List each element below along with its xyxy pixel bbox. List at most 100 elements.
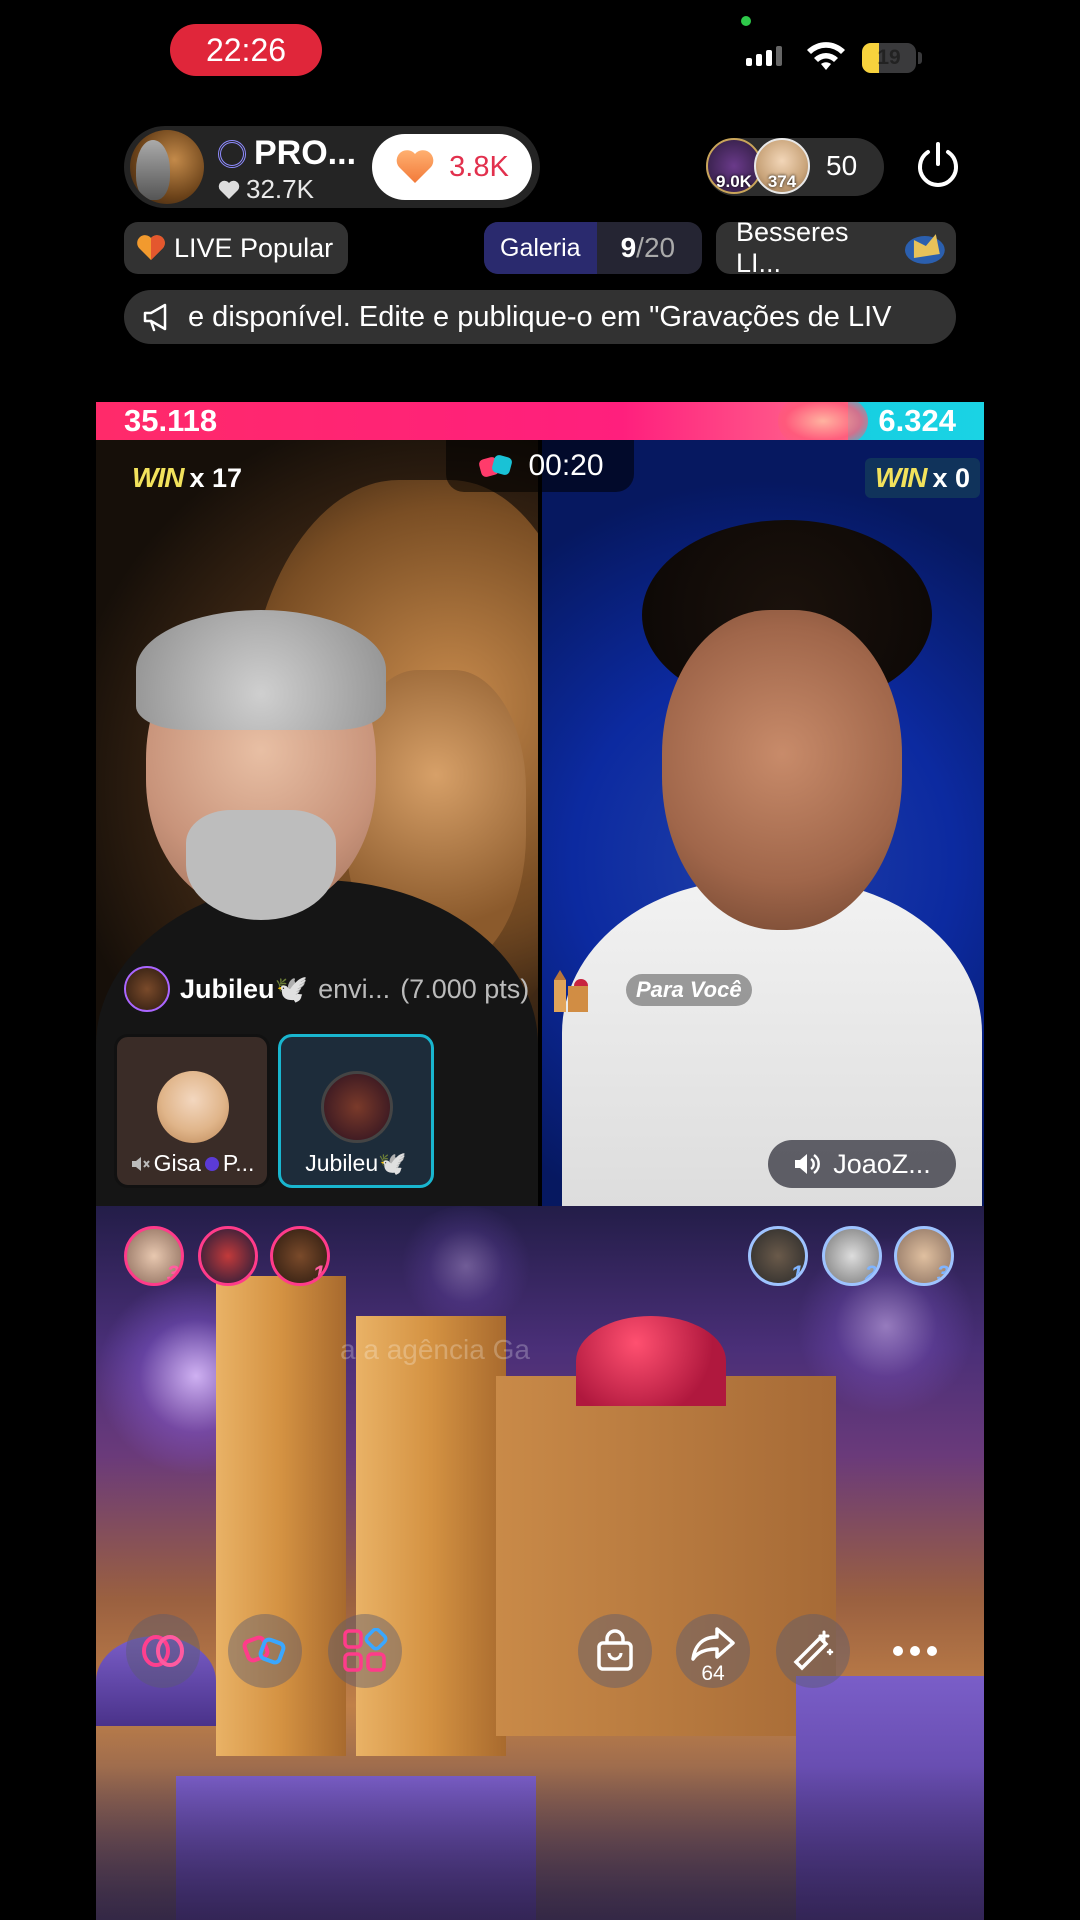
gallery-progress-total: /20 bbox=[636, 232, 676, 263]
church-dome bbox=[576, 1316, 726, 1406]
apps-grid-button[interactable] bbox=[328, 1614, 402, 1688]
left-win-streak: WIN x 17 bbox=[122, 458, 252, 498]
shopping-bag-icon bbox=[597, 1629, 633, 1671]
scene-shadow bbox=[96, 1766, 984, 1920]
left-rank-1: 3 bbox=[166, 1261, 179, 1286]
share-count: 64 bbox=[701, 1662, 725, 1685]
guest-1-name: Gisa bbox=[153, 1150, 201, 1176]
guest-1-avatar bbox=[157, 1071, 229, 1143]
church-tower-mid bbox=[356, 1316, 506, 1756]
link-button[interactable] bbox=[126, 1614, 200, 1688]
share-icon bbox=[691, 1627, 735, 1661]
right-win-label: WIN bbox=[875, 462, 927, 493]
wifi-icon bbox=[807, 42, 845, 70]
magic-wand-icon bbox=[793, 1630, 834, 1671]
guest-2-name: Jubileu🕊️ bbox=[305, 1150, 407, 1176]
right-rank-3: 3 bbox=[936, 1261, 949, 1286]
battery-level: 19 bbox=[877, 46, 901, 69]
close-live-power-icon[interactable] bbox=[912, 140, 964, 192]
fingerprint-icon bbox=[218, 139, 246, 168]
right-rank-2: 2 bbox=[864, 1261, 877, 1286]
more-icon bbox=[893, 1646, 937, 1656]
gallery-label: Galeria bbox=[484, 222, 597, 274]
gallery-tag[interactable]: Galeria 9/20 bbox=[484, 222, 702, 274]
host-beard bbox=[186, 810, 336, 920]
church-gift-icon bbox=[554, 970, 588, 1012]
right-win-count: x 0 bbox=[932, 462, 970, 493]
heart-icon bbox=[396, 150, 434, 183]
firework-top bbox=[396, 1206, 536, 1326]
apps-grid-icon bbox=[343, 1628, 388, 1672]
trophy-badge-icon bbox=[905, 234, 946, 264]
guest-2-avatar bbox=[321, 1071, 393, 1143]
guest-card-1[interactable]: Gisa P... bbox=[114, 1034, 270, 1188]
follow-button[interactable]: 3.8K bbox=[372, 134, 532, 200]
gift-sender-avatar bbox=[124, 966, 170, 1012]
shop-button[interactable] bbox=[578, 1614, 652, 1688]
battery-tip bbox=[918, 52, 922, 64]
battle-gloves-icon bbox=[479, 455, 513, 477]
live-popular-label: LIVE Popular bbox=[174, 232, 334, 263]
best-live-tag[interactable]: Besseres LI... bbox=[716, 217, 956, 278]
left-score: 35.118 bbox=[124, 403, 218, 438]
ticker-text: e disponível. Edite e publique-o em "Gra… bbox=[188, 300, 892, 333]
right-rank-avatar-2[interactable]: 2 bbox=[822, 1226, 882, 1286]
muted-speaker-icon bbox=[131, 1156, 150, 1171]
right-rank-avatar-3[interactable]: 3 bbox=[894, 1226, 954, 1286]
right-win-streak: WIN x 0 bbox=[865, 458, 980, 498]
battery-icon: 19 bbox=[862, 43, 916, 73]
gift-points: (7.000 pts) bbox=[400, 973, 530, 1004]
clock-time: 22:26 bbox=[205, 31, 287, 68]
gift-animation-scene bbox=[96, 1206, 984, 1920]
announcement-ticker[interactable]: e disponível. Edite e publique-o em "Gra… bbox=[124, 290, 956, 344]
left-rank-avatar-3[interactable]: 1 bbox=[270, 1226, 330, 1286]
for-you-label: Para Você bbox=[636, 977, 742, 1002]
gift-boost-icon bbox=[242, 1635, 286, 1665]
gift-boost-button[interactable] bbox=[228, 1614, 302, 1688]
cellular-signal-icon bbox=[746, 46, 782, 66]
opponent-video-pane[interactable]: WIN x 0 bbox=[542, 440, 984, 1206]
gift-notification: Jubileu🕊️ envi... (7.000 pts) bbox=[124, 964, 529, 1014]
magic-wand-button[interactable] bbox=[776, 1614, 850, 1688]
follow-count: 3.8K bbox=[449, 150, 509, 183]
clock-pill: 22:26 bbox=[170, 24, 322, 76]
battle-spark-icon bbox=[778, 402, 869, 440]
for-you-tag: Para Você bbox=[626, 974, 752, 1006]
megaphone-icon bbox=[143, 303, 167, 332]
left-rank-avatar-1[interactable]: 3 bbox=[124, 1226, 184, 1286]
top-viewer-1-score: 9.0K bbox=[716, 172, 752, 191]
battle-timer-text: 00:20 bbox=[528, 449, 604, 482]
right-rank-1: 1 bbox=[790, 1261, 803, 1286]
viewer-count: 50 bbox=[826, 150, 858, 181]
guest-1-badge-icon bbox=[204, 1156, 219, 1171]
host-hair bbox=[136, 610, 386, 730]
scene-overlay-text: a a agência Ga bbox=[340, 1334, 530, 1365]
left-win-count: x 17 bbox=[189, 462, 242, 493]
top-viewer-avatar-2[interactable]: 374 bbox=[754, 138, 810, 194]
popular-heart-icon bbox=[137, 235, 165, 260]
share-button[interactable]: 64 bbox=[676, 1614, 750, 1688]
battle-timer: 00:20 bbox=[446, 440, 634, 492]
gift-sender-name: Jubileu🕊️ bbox=[180, 974, 309, 1004]
link-icon bbox=[142, 1635, 184, 1667]
top-viewer-2-score: 374 bbox=[767, 172, 797, 191]
guest-1-name-row: Gisa P... bbox=[117, 1150, 267, 1177]
live-popular-tag[interactable]: LIVE Popular bbox=[124, 222, 348, 274]
left-rank-3: 1 bbox=[312, 1261, 325, 1286]
speaker-name: JoaoZ... bbox=[833, 1148, 931, 1179]
host-name-row: PRO... bbox=[218, 134, 356, 173]
left-win-label: WIN bbox=[132, 462, 184, 493]
guest-1-suffix: P... bbox=[222, 1150, 255, 1176]
battle-score-bar: 35.118 6.324 bbox=[96, 402, 984, 440]
host-avatar[interactable] bbox=[130, 130, 204, 204]
more-options-button[interactable] bbox=[878, 1614, 952, 1688]
left-rank-avatar-2[interactable] bbox=[198, 1226, 258, 1286]
speaker-name-pill[interactable]: JoaoZ... bbox=[768, 1140, 956, 1188]
opponent-face bbox=[662, 610, 902, 930]
gallery-progress-current: 9 bbox=[620, 232, 637, 263]
gallery-progress: 9/20 bbox=[597, 232, 676, 264]
gift-action: envi... bbox=[318, 973, 391, 1004]
guest-card-2[interactable]: Jubileu🕊️ bbox=[278, 1034, 434, 1188]
right-rank-avatar-1[interactable]: 1 bbox=[748, 1226, 808, 1286]
viewer-list[interactable]: 9.0K 374 50 bbox=[706, 138, 884, 196]
